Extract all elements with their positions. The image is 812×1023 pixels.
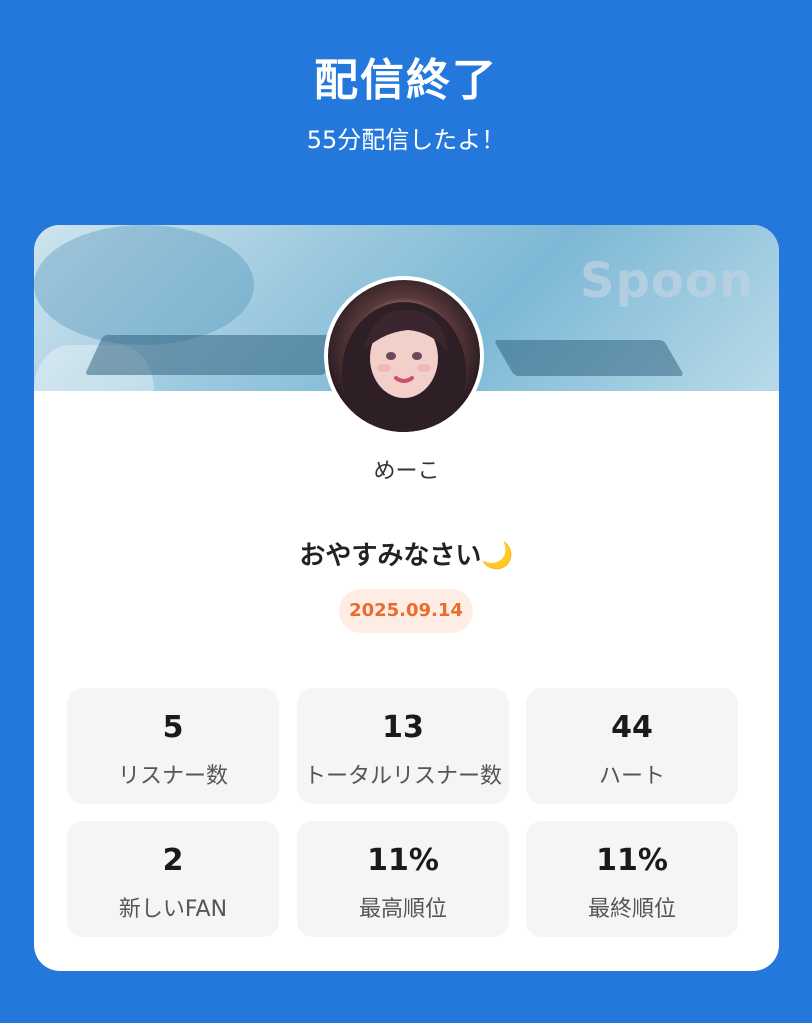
username: めーこ <box>373 459 440 484</box>
stat-value: 2 <box>162 843 184 878</box>
stat-card-final-rank: 11% 最終順位 <box>526 821 738 937</box>
stat-card-total-listeners: 13 トータルリスナー数 <box>297 688 509 804</box>
banner-book-right <box>493 340 685 376</box>
avatar-portrait <box>342 302 466 432</box>
stat-label: 最高順位 <box>358 897 447 922</box>
stat-value: 5 <box>162 710 184 745</box>
banner-book <box>84 335 344 375</box>
stat-value: 11% <box>367 843 439 878</box>
stat-value: 44 <box>611 710 653 745</box>
stat-label: トータルリスナー数 <box>303 764 502 789</box>
stat-card-listeners: 5 リスナー数 <box>67 688 279 804</box>
stat-card-new-fans: 2 新しいFAN <box>67 821 279 937</box>
stat-value: 13 <box>382 710 424 745</box>
banner-foliage <box>34 225 254 345</box>
stat-label: 新しいFAN <box>118 897 228 922</box>
stat-label: リスナー数 <box>117 764 228 789</box>
stat-label: ハート <box>598 764 665 789</box>
avatar <box>324 276 484 436</box>
stat-label: 最終順位 <box>587 897 676 922</box>
status-message: おやすみなさい🌙 <box>299 541 514 571</box>
stat-card-hearts: 44 ハート <box>526 688 738 804</box>
broadcast-summary-card: Spoon めーこ おやすみなさい🌙 2025.09.14 5 リスナー数 13… <box>34 225 779 971</box>
stat-card-highest-rank: 11% 最高順位 <box>297 821 509 937</box>
date-badge: 2025.09.14 <box>339 589 473 633</box>
stat-value: 11% <box>596 843 668 878</box>
page-title: 配信終了 <box>314 55 498 106</box>
broadcast-duration-text: 55分配信したよ！ <box>306 126 506 154</box>
spoon-watermark-logo: Spoon <box>580 253 755 309</box>
